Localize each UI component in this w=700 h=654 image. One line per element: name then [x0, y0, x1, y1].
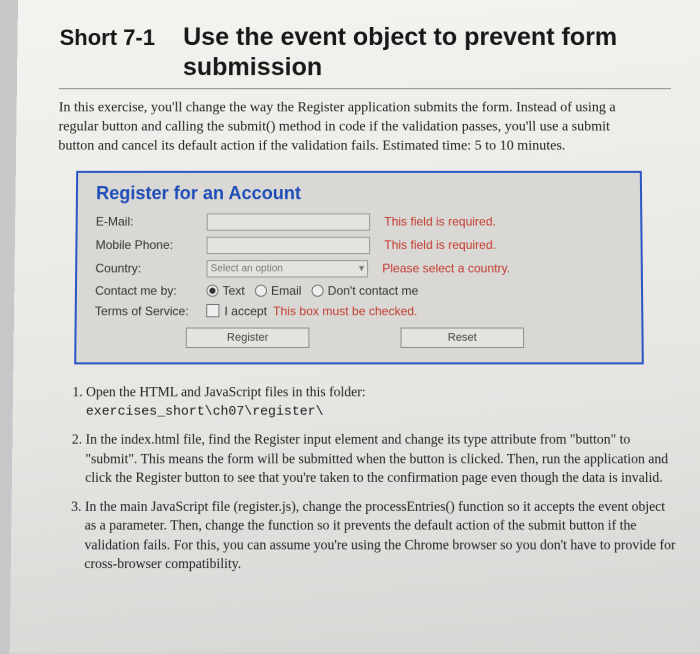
tos-label: Terms of Service:: [95, 304, 206, 318]
intro-paragraph: In this exercise, you'll change the way …: [58, 99, 621, 156]
textbook-page: Short 7-1 Use the event object to preven…: [10, 0, 700, 654]
chevron-down-icon: ▾: [359, 263, 364, 274]
country-label: Country:: [95, 261, 206, 275]
phone-field[interactable]: [207, 236, 371, 253]
phone-error: This field is required.: [384, 238, 496, 252]
radio-dot-icon: [206, 284, 218, 296]
tos-error: This box must be checked.: [273, 304, 417, 318]
tos-text: I accept: [224, 304, 267, 318]
email-field[interactable]: [207, 213, 370, 230]
exercise-title: Use the event object to prevent form sub…: [183, 22, 671, 82]
step-3: In the main JavaScript file (register.js…: [84, 498, 676, 574]
form-title: Register for an Account: [96, 183, 622, 204]
radio-text[interactable]: Text: [206, 283, 244, 297]
step-1: Open the HTML and JavaScript files in th…: [86, 383, 675, 421]
email-error: This field is required.: [384, 215, 496, 229]
folder-path: exercises_short\ch07\register\: [86, 403, 324, 418]
radio-dot-icon: [312, 284, 324, 296]
step-2: In the index.html file, find the Registe…: [85, 431, 676, 487]
contact-label: Contact me by:: [95, 283, 206, 297]
exercise-heading: Short 7-1 Use the event object to preven…: [59, 22, 671, 89]
email-label: E-Mail:: [96, 215, 207, 229]
row-tos: Terms of Service: I accept This box must…: [95, 301, 623, 321]
button-row: Register Reset: [186, 327, 624, 347]
phone-label: Mobile Phone:: [96, 238, 207, 252]
radio-email[interactable]: Email: [255, 283, 302, 297]
radio-none[interactable]: Don't contact me: [312, 283, 419, 297]
row-phone: Mobile Phone: This field is required.: [95, 233, 622, 256]
country-placeholder: Select an option: [210, 263, 282, 274]
row-contact: Contact me by: Text Email Don't contact …: [95, 280, 623, 300]
radio-dot-icon: [255, 284, 267, 296]
country-error: Please select a country.: [382, 261, 510, 275]
instruction-list: Open the HTML and JavaScript files in th…: [54, 383, 677, 574]
tos-checkbox[interactable]: [206, 304, 219, 317]
row-country: Country: Select an option ▾ Please selec…: [95, 257, 622, 280]
reset-button[interactable]: Reset: [401, 327, 525, 347]
row-email: E-Mail: This field is required.: [96, 210, 623, 233]
country-select[interactable]: Select an option ▾: [206, 260, 368, 277]
register-button[interactable]: Register: [186, 327, 310, 347]
exercise-number: Short 7-1: [59, 25, 155, 51]
register-form-screenshot: Register for an Account E-Mail: This fie…: [74, 171, 644, 365]
